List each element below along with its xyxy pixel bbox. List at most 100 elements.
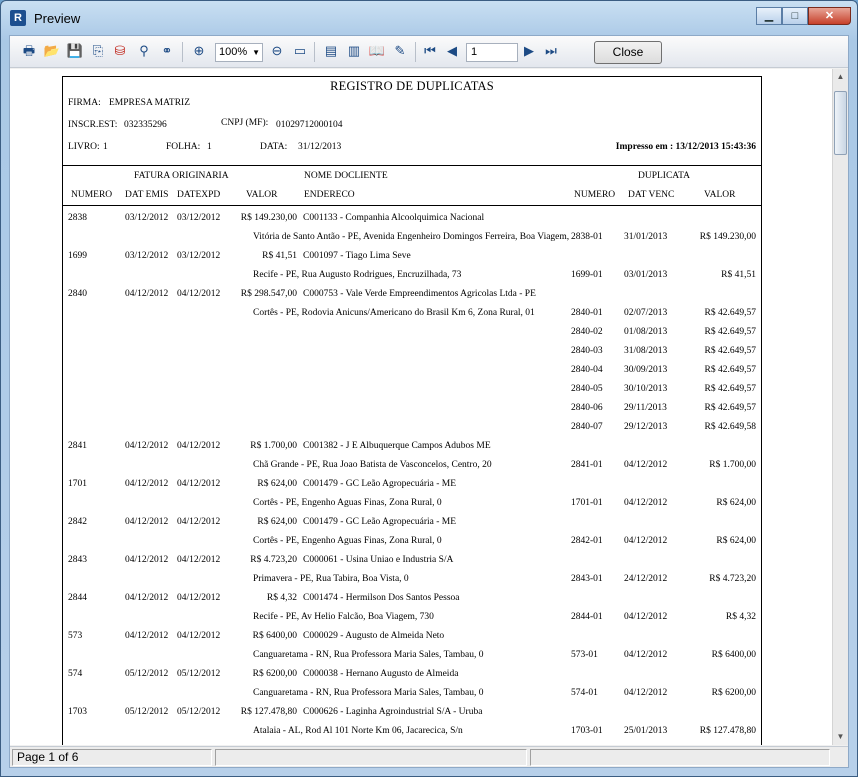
zoom-select[interactable]: 100% ▼ bbox=[215, 43, 263, 62]
open-icon[interactable]: 📂 bbox=[43, 42, 61, 60]
dup-valor: R$ 4.723,20 bbox=[709, 574, 756, 584]
dup-dat-venc: 04/12/2012 bbox=[624, 612, 668, 622]
close-button[interactable]: Close bbox=[594, 41, 662, 64]
entry-endereco: Canguaretama - RN, Rua Professora Maria … bbox=[253, 688, 484, 698]
save-icon[interactable]: 💾 bbox=[66, 42, 84, 60]
cnpj-value: 01029712000104 bbox=[276, 120, 343, 130]
dup-numero: 1699-01 bbox=[571, 270, 603, 280]
dup-numero: 1703-01 bbox=[571, 726, 603, 736]
zoom-out-icon[interactable]: ⊖ bbox=[268, 42, 286, 60]
edit-icon[interactable]: ✎ bbox=[391, 42, 409, 60]
outline-icon[interactable]: 📖 bbox=[368, 42, 386, 60]
entry-cliente: C001479 - GC Leão Agropecuária - ME bbox=[303, 479, 457, 489]
multi-page-icon[interactable]: ▥ bbox=[345, 42, 363, 60]
entry-cliente: C001382 - J E Albuquerque Campos Adubos … bbox=[303, 441, 491, 451]
livro-label: LIVRO: bbox=[68, 142, 100, 152]
folha-label: FOLHA: bbox=[166, 142, 201, 152]
header-fatura-originaria: FATURA ORIGINARIA bbox=[134, 171, 229, 181]
livro-value: 1 bbox=[103, 142, 108, 152]
entry-dat-emis: 05/12/2012 bbox=[125, 707, 169, 717]
entry-endereco: Cortês - PE, Engenho Aguas Finas, Zona R… bbox=[253, 536, 442, 546]
entry-dat-emis: 04/12/2012 bbox=[125, 555, 169, 565]
entry-valor: R$ 127.478,80 bbox=[240, 707, 297, 717]
dup-numero: 2844-01 bbox=[571, 612, 603, 622]
entry-cliente: C001474 - Hermilson Dos Santos Pessoa bbox=[303, 593, 460, 603]
dup-valor: R$ 41,51 bbox=[721, 270, 756, 280]
prev-page-icon[interactable]: ◀ bbox=[443, 42, 461, 60]
entry-cliente: C001133 - Companhia Alcoolquimica Nacion… bbox=[303, 213, 485, 223]
find-binoculars-icon[interactable]: ⚲ bbox=[135, 42, 153, 60]
find-next-icon[interactable]: ⚭ bbox=[158, 42, 176, 60]
maximize-button[interactable]: □ bbox=[782, 7, 808, 25]
entry-dat-emis: 04/12/2012 bbox=[125, 289, 169, 299]
entry-endereco: Recife - PE, Av Helio Falcão, Boa Viagem… bbox=[253, 612, 434, 622]
report-title: REGISTRO DE DUPLICATAS bbox=[330, 79, 494, 93]
data-value: 31/12/2013 bbox=[298, 142, 342, 152]
dup-dat-venc: 04/12/2012 bbox=[624, 688, 668, 698]
entry-cliente: C001479 - GC Leão Agropecuária - ME bbox=[303, 517, 457, 527]
dup-dat-venc: 04/12/2012 bbox=[624, 650, 668, 660]
window-title: Preview bbox=[34, 11, 81, 26]
dup-valor: R$ 42.649,58 bbox=[704, 422, 756, 432]
dup-numero: 2838-01 bbox=[571, 232, 603, 242]
dup-valor: R$ 149.230,00 bbox=[699, 232, 756, 242]
dup-numero: 2840-01 bbox=[571, 308, 603, 318]
scroll-down-icon[interactable]: ▼ bbox=[833, 729, 848, 745]
pdf-icon[interactable]: ⛁ bbox=[111, 42, 129, 60]
vertical-scrollbar[interactable]: ▲ ▼ bbox=[832, 69, 848, 745]
dup-valor: R$ 4,32 bbox=[725, 612, 756, 622]
entry-valor: R$ 624,00 bbox=[257, 517, 297, 527]
dup-valor: R$ 42.649,57 bbox=[704, 346, 756, 356]
status-bar: Page 1 of 6 bbox=[10, 746, 848, 767]
window-close-button[interactable]: ✕ bbox=[808, 7, 851, 25]
page-width-icon[interactable]: ▭ bbox=[291, 42, 309, 60]
export-icon[interactable]: ⎘ bbox=[89, 42, 107, 60]
first-page-icon[interactable]: ⏮ bbox=[421, 42, 439, 60]
dup-valor: R$ 42.649,57 bbox=[704, 327, 756, 337]
dup-dat-venc: 04/12/2012 bbox=[624, 460, 668, 470]
dup-numero: 2840-05 bbox=[571, 384, 603, 394]
entry-valor: R$ 6400,00 bbox=[252, 631, 297, 641]
dup-dat-venc: 30/09/2013 bbox=[624, 365, 668, 375]
entry-endereco: Cortês - PE, Engenho Aguas Finas, Zona R… bbox=[253, 498, 442, 508]
next-page-icon[interactable]: ▶ bbox=[520, 42, 538, 60]
page-count-status: Page 1 of 6 bbox=[12, 749, 212, 766]
page-number-input[interactable]: 1 bbox=[466, 43, 518, 62]
entry-dat-emis: 04/12/2012 bbox=[125, 631, 169, 641]
scroll-thumb[interactable] bbox=[834, 91, 847, 155]
entry-numero: 1699 bbox=[68, 251, 87, 261]
entry-numero: 2838 bbox=[68, 213, 87, 223]
entry-dat-emis: 05/12/2012 bbox=[125, 669, 169, 679]
entry-endereco: Atalaia - AL, Rod Al 101 Norte Km 06, Ja… bbox=[253, 726, 463, 736]
entry-numero: 2840 bbox=[68, 289, 87, 299]
report-viewport[interactable]: REGISTRO DE DUPLICATAS FIRMA: EMPRESA MA… bbox=[10, 69, 832, 745]
zoom-in-icon[interactable]: ⊕ bbox=[190, 42, 208, 60]
dup-dat-venc: 03/01/2013 bbox=[624, 270, 668, 280]
entry-numero: 2843 bbox=[68, 555, 87, 565]
dup-valor: R$ 624,00 bbox=[716, 536, 756, 546]
entry-endereco: Recife - PE, Rua Augusto Rodrigues, Encr… bbox=[253, 270, 462, 280]
entry-numero: 574 bbox=[68, 669, 83, 679]
print-icon[interactable]: 🖶 bbox=[20, 42, 38, 60]
entry-numero: 2844 bbox=[68, 593, 87, 603]
entry-cliente: C000753 - Vale Verde Empreendimentos Agr… bbox=[303, 289, 536, 299]
dup-dat-venc: 29/12/2013 bbox=[624, 422, 668, 432]
entry-numero: 1703 bbox=[68, 707, 87, 717]
single-page-icon[interactable]: ▤ bbox=[322, 42, 340, 60]
dup-numero: 573-01 bbox=[571, 650, 598, 660]
minimize-button[interactable]: ▁ bbox=[756, 7, 782, 25]
entry-numero: 2841 bbox=[68, 441, 87, 451]
header-nome-cliente: NOME DOCLIENTE bbox=[304, 171, 388, 181]
last-page-icon[interactable]: ⏭ bbox=[542, 42, 560, 60]
impresso-em: Impresso em : 13/12/2013 15:43:36 bbox=[615, 142, 756, 152]
inscr-label: INSCR.EST: bbox=[68, 120, 118, 130]
scroll-up-icon[interactable]: ▲ bbox=[833, 69, 848, 85]
title-bar[interactable]: R Preview ▁ □ ✕ bbox=[1, 1, 857, 35]
dup-valor: R$ 6400,00 bbox=[711, 650, 756, 660]
preview-window: R Preview ▁ □ ✕ 🖶 📂 💾 ⎘ ⛁ ⚲ ⚭ ⊕ 100% ▼ ⊖… bbox=[0, 0, 858, 777]
report-page: REGISTRO DE DUPLICATAS FIRMA: EMPRESA MA… bbox=[62, 76, 762, 745]
entry-valor: R$ 41,51 bbox=[262, 251, 297, 261]
entry-endereco: Chã Grande - PE, Rua Joao Batista de Vas… bbox=[253, 460, 492, 470]
dup-valor: R$ 42.649,57 bbox=[704, 384, 756, 394]
entry-valor: R$ 298.547,00 bbox=[240, 289, 297, 299]
